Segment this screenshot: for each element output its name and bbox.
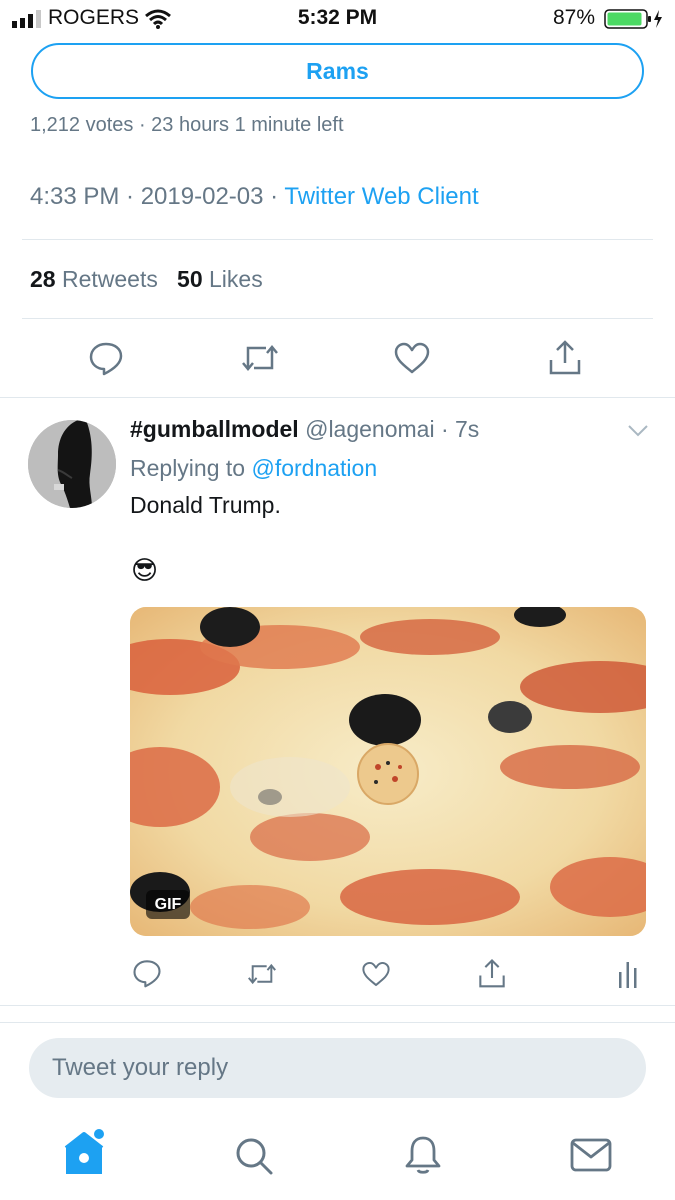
sunglasses-emoji: 😎	[131, 555, 159, 585]
analytics-icon[interactable]	[617, 960, 639, 988]
replying-to: Replying to @fordnation	[130, 455, 377, 482]
divider	[22, 318, 653, 319]
replying-prefix: Replying to	[130, 455, 252, 481]
reply-icon[interactable]	[132, 958, 162, 988]
messages-icon[interactable]	[570, 1138, 612, 1172]
share-icon[interactable]	[547, 338, 583, 376]
like-icon[interactable]	[393, 341, 431, 375]
chevron-down-icon[interactable]	[627, 424, 649, 438]
battery-icon	[604, 9, 662, 29]
reply-input[interactable]	[29, 1038, 646, 1098]
client-link[interactable]: Twitter Web Client	[284, 183, 478, 210]
retweets-label[interactable]: Retweets	[62, 266, 158, 292]
tweet-text: Donald Trump.	[130, 492, 281, 518]
likes-label[interactable]: Likes	[209, 266, 263, 292]
battery-percent: 87%	[553, 6, 596, 29]
share-icon[interactable]	[477, 957, 507, 989]
tweet-stats: 28 Retweets 50 Likes	[30, 266, 263, 293]
avatar[interactable]	[28, 420, 116, 508]
avatar-image	[28, 420, 116, 508]
retweet-icon[interactable]	[240, 340, 280, 376]
divider	[0, 397, 675, 398]
gif-media[interactable]: GIF	[130, 607, 646, 936]
reply-icon[interactable]	[88, 340, 124, 376]
display-name[interactable]: #gumballmodel	[130, 416, 299, 442]
divider	[0, 1022, 675, 1023]
likes-count[interactable]: 50	[177, 266, 203, 292]
like-icon[interactable]	[361, 960, 391, 988]
retweets-count[interactable]: 28	[30, 266, 56, 292]
poll-option-rams[interactable]: Rams	[31, 43, 644, 99]
status-bar: ROGERS 5:32 PM 87%	[0, 0, 675, 38]
divider	[22, 239, 653, 240]
divider	[0, 1005, 675, 1006]
poll-meta: 1,212 votes · 23 hours 1 minute left	[30, 114, 344, 136]
gif-badge: GIF	[146, 890, 190, 919]
tweet-timestamp: 4:33 PM · 2019-02-03 · Twitter Web Clien…	[30, 183, 479, 211]
search-icon[interactable]	[234, 1136, 274, 1176]
pizza-gif-image	[130, 607, 646, 936]
timestamp-text: 4:33 PM · 2019-02-03 ·	[30, 183, 285, 210]
home-icon[interactable]	[64, 1128, 108, 1176]
user-handle: @lagenomai · 7s	[305, 416, 480, 442]
notifications-icon[interactable]	[404, 1134, 442, 1176]
replying-to-link[interactable]: @fordnation	[251, 455, 377, 481]
retweet-icon[interactable]	[245, 960, 279, 988]
reply-header: #gumballmodel @lagenomai · 7s	[130, 416, 479, 443]
